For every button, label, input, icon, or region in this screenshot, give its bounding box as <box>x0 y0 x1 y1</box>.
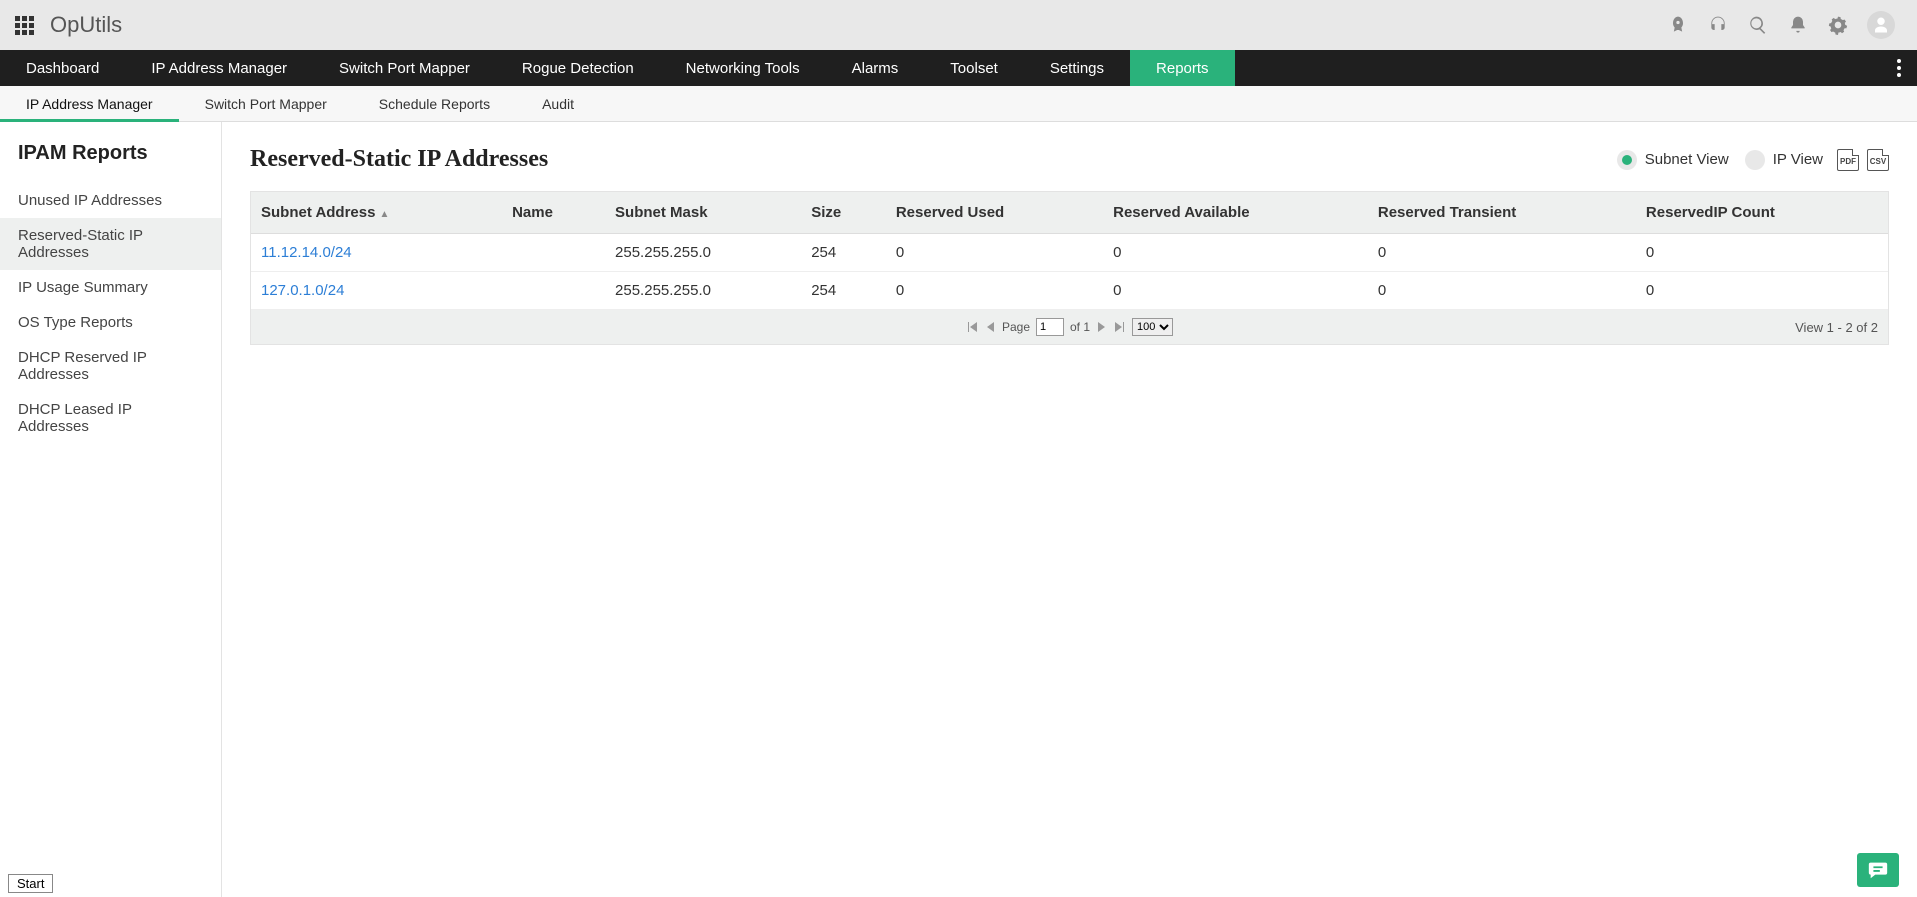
chat-float-icon[interactable] <box>1857 853 1899 887</box>
toggle-ip-label: IP View <box>1773 151 1823 168</box>
col-name[interactable]: Name <box>502 192 605 234</box>
table-row: 11.12.14.0/24 255.255.255.0 254 0 0 0 0 <box>251 234 1888 272</box>
toggle-subnet-label: Subnet View <box>1645 151 1729 168</box>
rocket-icon[interactable] <box>1667 14 1689 36</box>
cell-used: 0 <box>886 272 1103 310</box>
col-subnet-address[interactable]: Subnet Address▲ <box>251 192 502 234</box>
sidebar-item-ip-usage-summary[interactable]: IP Usage Summary <box>0 270 221 305</box>
col-reserved-used[interactable]: Reserved Used <box>886 192 1103 234</box>
export-icons: PDF CSV <box>1837 149 1889 171</box>
pager-page-size-select[interactable]: 100 <box>1132 318 1173 336</box>
main-content: Reserved-Static IP Addresses Subnet View… <box>222 122 1917 897</box>
cell-mask: 255.255.255.0 <box>605 234 801 272</box>
pager: Page of 1 100 View 1 - 2 of 2 <box>251 310 1888 344</box>
export-pdf-icon[interactable]: PDF <box>1837 149 1859 171</box>
avatar-icon[interactable] <box>1867 11 1895 39</box>
pager-next-icon[interactable] <box>1096 321 1108 333</box>
pager-of-label: of 1 <box>1070 320 1090 334</box>
primary-nav: Dashboard IP Address Manager Switch Port… <box>0 50 1917 86</box>
subnav-audit[interactable]: Audit <box>516 86 600 121</box>
table-header-row: Subnet Address▲ Name Subnet Mask Size Re… <box>251 192 1888 234</box>
subnav-ip-address-manager[interactable]: IP Address Manager <box>0 86 179 121</box>
cell-size: 254 <box>801 234 886 272</box>
search-icon[interactable] <box>1747 14 1769 36</box>
toggle-subnet-view[interactable]: Subnet View <box>1617 150 1729 170</box>
cell-count: 0 <box>1636 234 1888 272</box>
data-table-wrap: Subnet Address▲ Name Subnet Mask Size Re… <box>250 191 1889 345</box>
nav-toolset[interactable]: Toolset <box>924 50 1024 86</box>
data-table: Subnet Address▲ Name Subnet Mask Size Re… <box>251 192 1888 310</box>
radio-off-icon <box>1745 150 1765 170</box>
nav-networking-tools[interactable]: Networking Tools <box>660 50 826 86</box>
sub-nav: IP Address Manager Switch Port Mapper Sc… <box>0 86 1917 122</box>
pager-first-icon[interactable] <box>966 321 978 333</box>
start-button[interactable]: Start <box>8 874 53 893</box>
more-icon[interactable] <box>1881 50 1917 86</box>
topbar: OpUtils <box>0 0 1917 50</box>
nav-rogue-detection[interactable]: Rogue Detection <box>496 50 660 86</box>
topbar-icons <box>1667 11 1905 39</box>
cell-used: 0 <box>886 234 1103 272</box>
nav-settings[interactable]: Settings <box>1024 50 1130 86</box>
col-subnet-mask[interactable]: Subnet Mask <box>605 192 801 234</box>
app-title: OpUtils <box>50 12 122 38</box>
cell-name <box>502 272 605 310</box>
radio-on-icon <box>1617 150 1637 170</box>
pager-prev-icon[interactable] <box>984 321 996 333</box>
cell-subnet-link[interactable]: 127.0.1.0/24 <box>251 272 502 310</box>
pager-page-input[interactable] <box>1036 318 1064 336</box>
sidebar-item-unused-ip[interactable]: Unused IP Addresses <box>0 183 221 218</box>
pager-page-label: Page <box>1002 320 1030 334</box>
col-reservedip-count[interactable]: ReservedIP Count <box>1636 192 1888 234</box>
sidebar-item-os-type-reports[interactable]: OS Type Reports <box>0 305 221 340</box>
col-size[interactable]: Size <box>801 192 886 234</box>
sidebar-item-dhcp-leased[interactable]: DHCP Leased IP Addresses <box>0 392 221 444</box>
sidebar: IPAM Reports Unused IP Addresses Reserve… <box>0 122 222 897</box>
table-row: 127.0.1.0/24 255.255.255.0 254 0 0 0 0 <box>251 272 1888 310</box>
cell-transient: 0 <box>1368 272 1636 310</box>
sort-asc-icon: ▲ <box>379 209 389 220</box>
nav-reports[interactable]: Reports <box>1130 50 1235 86</box>
nav-dashboard[interactable]: Dashboard <box>0 50 125 86</box>
main-header: Reserved-Static IP Addresses Subnet View… <box>250 146 1889 173</box>
nav-ip-address-manager[interactable]: IP Address Manager <box>125 50 313 86</box>
col-reserved-available[interactable]: Reserved Available <box>1103 192 1368 234</box>
subnav-switch-port-mapper[interactable]: Switch Port Mapper <box>179 86 353 121</box>
cell-available: 0 <box>1103 272 1368 310</box>
cell-size: 254 <box>801 272 886 310</box>
nav-switch-port-mapper[interactable]: Switch Port Mapper <box>313 50 496 86</box>
subnav-schedule-reports[interactable]: Schedule Reports <box>353 86 516 121</box>
cell-subnet-link[interactable]: 11.12.14.0/24 <box>251 234 502 272</box>
page-title: Reserved-Static IP Addresses <box>250 146 548 173</box>
cell-name <box>502 234 605 272</box>
cell-transient: 0 <box>1368 234 1636 272</box>
col-reserved-transient[interactable]: Reserved Transient <box>1368 192 1636 234</box>
headset-icon[interactable] <box>1707 14 1729 36</box>
sidebar-title: IPAM Reports <box>0 136 221 183</box>
pager-last-icon[interactable] <box>1114 321 1126 333</box>
export-csv-icon[interactable]: CSV <box>1867 149 1889 171</box>
nav-alarms[interactable]: Alarms <box>826 50 925 86</box>
toggle-ip-view[interactable]: IP View <box>1745 150 1823 170</box>
gear-icon[interactable] <box>1827 14 1849 36</box>
view-toggle: Subnet View IP View <box>1617 150 1823 170</box>
cell-available: 0 <box>1103 234 1368 272</box>
cell-mask: 255.255.255.0 <box>605 272 801 310</box>
cell-count: 0 <box>1636 272 1888 310</box>
bell-icon[interactable] <box>1787 14 1809 36</box>
app-grid-icon[interactable] <box>12 13 36 37</box>
pager-view-label: View 1 - 2 of 2 <box>1795 320 1878 335</box>
sidebar-item-dhcp-reserved[interactable]: DHCP Reserved IP Addresses <box>0 340 221 392</box>
sidebar-item-reserved-static[interactable]: Reserved-Static IP Addresses <box>0 218 221 270</box>
